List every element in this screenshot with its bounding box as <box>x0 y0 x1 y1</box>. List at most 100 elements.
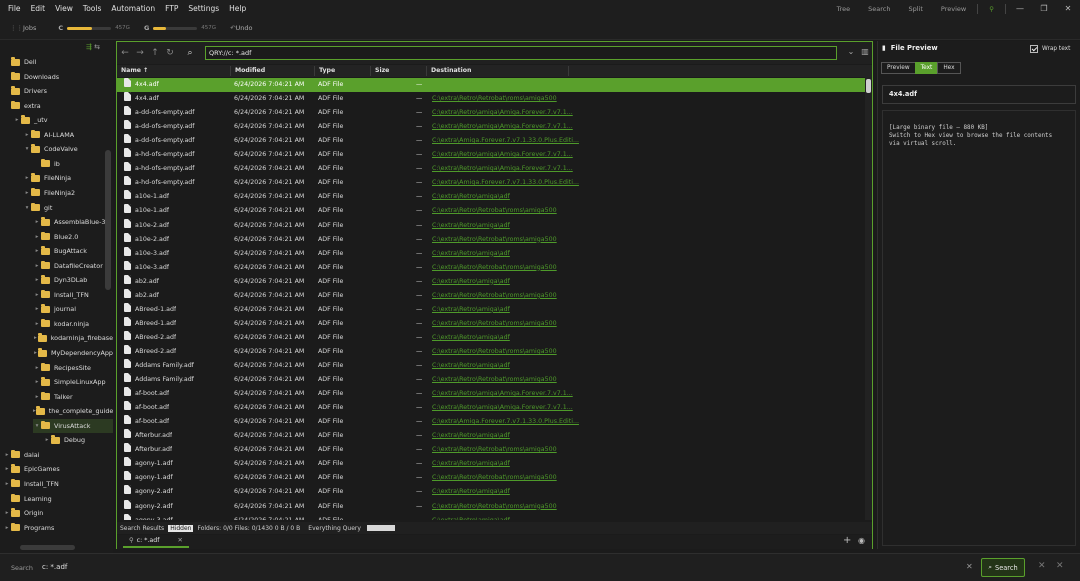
table-row[interactable]: a-hd-ofs-empty.adf 6/24/2026 7:04:21 AM AD… <box>117 176 865 190</box>
tree-item[interactable]: ▸ Origin <box>3 506 113 520</box>
wrap-text-toggle[interactable]: Wrap text <box>1030 45 1070 53</box>
tree-item[interactable]: ▾ VirusAttack <box>33 418 113 433</box>
cancel-icon[interactable]: ✕ <box>1038 561 1046 571</box>
cell-dest[interactable]: C:\extra\Retro\Retrobat\roms\amiga500 <box>432 443 557 457</box>
view-toggle-preview[interactable]: Preview <box>941 5 966 13</box>
tree-item[interactable]: ▸ DatafileCreator <box>33 259 113 273</box>
clear-icon[interactable]: ✕ <box>966 562 973 571</box>
table-row[interactable]: ABreed-2.adf 6/24/2026 7:04:21 AM ADF File… <box>117 330 865 345</box>
col-type[interactable]: Type <box>315 66 371 76</box>
table-row[interactable]: ab2.adf 6/24/2026 7:04:21 AM ADF File — C:\e… <box>117 288 865 303</box>
cell-dest[interactable]: C:\extra\Retro\amiga\adf <box>432 247 510 261</box>
cell-dest[interactable]: C:\extra\Retro\Retrobat\roms\amiga500 <box>432 317 557 331</box>
maximize-icon[interactable]: ❐ <box>1032 4 1056 13</box>
cell-dest[interactable]: C:\extra\Retro\amiga\adf <box>432 485 510 499</box>
cell-dest[interactable]: C:\extra\Retro\amiga\Amiga.Forever.7.v7.… <box>432 162 573 176</box>
cell-dest[interactable]: C:\extra\Amiga.Forever.7.v7.1.33.0.Plus.… <box>432 176 579 190</box>
tree-item[interactable]: Dell <box>3 55 113 69</box>
table-row[interactable]: ABreed-1.adf 6/24/2026 7:04:21 AM ADF File… <box>117 316 865 331</box>
tree-item[interactable]: ▸ Programs <box>3 521 113 535</box>
cell-dest[interactable]: C:\extra\Retro\amiga\Amiga.Forever.7.v7.… <box>432 387 573 401</box>
chevron-icon[interactable]: ▸ <box>23 175 31 181</box>
cell-dest[interactable]: C:\extra\Retro\Retrobat\roms\amiga500 <box>432 233 557 247</box>
chevron-icon[interactable]: ▸ <box>33 365 41 371</box>
forward-icon[interactable]: → <box>133 48 147 58</box>
columns-icon[interactable]: ▥ <box>858 47 872 56</box>
col-name[interactable]: Name ↑ <box>117 66 231 76</box>
tree-item[interactable]: ▸ FileNinja <box>23 171 113 185</box>
chevron-down-icon[interactable]: ⌄ <box>844 47 858 56</box>
table-row[interactable]: 4x4.adf 6/24/2026 7:04:21 AM ADF File — <box>117 78 865 92</box>
chevron-icon[interactable]: ▸ <box>33 321 41 327</box>
tree-item[interactable]: ▸ SimpleLinuxApp <box>33 375 113 389</box>
table-row[interactable]: a10e-1.adf 6/24/2026 7:04:21 AM ADF File — C… <box>117 190 865 204</box>
tree-item[interactable]: ▸ Blue2.0 <box>33 230 113 244</box>
tree-item[interactable]: Drivers <box>3 84 113 98</box>
view-toggle-tree[interactable]: Tree <box>837 5 851 13</box>
tree-item[interactable]: Learning <box>3 492 113 506</box>
tree-item[interactable]: Downloads <box>3 70 113 84</box>
checkbox-icon[interactable] <box>1030 45 1038 53</box>
close-panel-icon[interactable]: ✕ <box>1056 561 1064 571</box>
chevron-icon[interactable]: ▸ <box>13 117 21 123</box>
cell-dest[interactable]: C:\extra\Retro\amiga\Amiga.Forever.7.v7.… <box>432 148 573 162</box>
minimize-icon[interactable]: — <box>1008 4 1032 13</box>
tree-item[interactable]: ▸ dalai <box>3 448 113 462</box>
chevron-icon[interactable]: ▾ <box>23 205 31 211</box>
chevron-icon[interactable]: ▸ <box>3 525 11 531</box>
tree-item[interactable]: ▸ Install_TFN <box>33 288 113 302</box>
query-input[interactable]: QRY://c: *.adf <box>205 46 837 60</box>
chevron-icon[interactable]: ▸ <box>33 219 41 225</box>
table-row[interactable]: af-boot.adf 6/24/2026 7:04:21 AM ADF File —… <box>117 415 865 429</box>
chevron-icon[interactable]: ▸ <box>33 379 41 385</box>
tab-hex[interactable]: Hex <box>937 62 961 74</box>
table-row[interactable]: a10e-2.adf 6/24/2026 7:04:21 AM ADF File — C… <box>117 232 865 247</box>
table-row[interactable]: Afterbur.adf 6/24/2026 7:04:21 AM ADF File… <box>117 443 865 457</box>
tree-scrollbar[interactable] <box>105 150 111 290</box>
chevron-icon[interactable]: ▸ <box>33 306 41 312</box>
menu-edit[interactable]: Edit <box>26 4 51 13</box>
search-icon[interactable]: ⌕ <box>183 48 197 58</box>
search-button[interactable]: ⌕ Search <box>981 558 1025 577</box>
chevron-icon[interactable]: ▸ <box>3 452 11 458</box>
tree-hscrollbar[interactable] <box>20 545 75 550</box>
col-size[interactable]: Size <box>371 66 427 76</box>
table-row[interactable]: a-dd-ofs-empty.adf 6/24/2026 7:04:21 AM AD… <box>117 134 865 148</box>
table-row[interactable]: ABreed-1.adf 6/24/2026 7:04:21 AM ADF File… <box>117 302 865 317</box>
jobs-button[interactable]: ⋮⋮ Jobs <box>10 24 36 32</box>
cell-dest[interactable]: C:\extra\Retro\Retrobat\roms\amiga500 <box>432 345 557 359</box>
back-icon[interactable]: ← <box>118 48 132 58</box>
table-row[interactable]: a10e-2.adf 6/24/2026 7:04:21 AM ADF File — C… <box>117 218 865 233</box>
drive-c[interactable]: C 457G <box>58 24 130 32</box>
cell-dest[interactable]: C:\extra\Retro\amiga\Amiga.Forever.7.v7.… <box>432 401 573 415</box>
cell-dest[interactable]: C:\extra\Retro\amiga\adf <box>432 190 510 204</box>
table-row[interactable]: ab2.adf 6/24/2026 7:04:21 AM ADF File — C:\e… <box>117 274 865 289</box>
table-row[interactable]: agony-3.adf 6/24/2026 7:04:21 AM ADF File —… <box>117 513 865 520</box>
menu-help[interactable]: Help <box>224 4 251 13</box>
cell-dest[interactable]: C:\extra\Amiga.Forever.7.v7.1.33.0.Plus.… <box>432 134 579 148</box>
refresh-icon[interactable]: ↻ <box>163 48 177 58</box>
menu-ftp[interactable]: FTP <box>160 4 183 13</box>
menu-automation[interactable]: Automation <box>106 4 160 13</box>
tree-item[interactable]: ▾ CodeValve <box>23 142 113 156</box>
chevron-icon[interactable]: ▸ <box>23 190 31 196</box>
tree-item[interactable]: ▸ journal <box>33 302 113 316</box>
tree-item[interactable]: ▸ Dyn3DLab <box>33 273 113 287</box>
table-row[interactable]: af-boot.adf 6/24/2026 7:04:21 AM ADF File —… <box>117 401 865 415</box>
cell-dest[interactable]: C:\extra\Retro\Retrobat\roms\amiga500 <box>432 500 557 514</box>
table-row[interactable]: a-hd-ofs-empty.adf 6/24/2026 7:04:21 AM AD… <box>117 148 865 162</box>
drive-g[interactable]: G 457G <box>144 24 216 32</box>
chevron-icon[interactable]: ▸ <box>33 234 41 240</box>
table-row[interactable]: agony-1.adf 6/24/2026 7:04:21 AM ADF File —… <box>117 471 865 485</box>
close-icon[interactable]: ✕ <box>177 537 182 544</box>
cell-dest[interactable]: C:\extra\Retro\amiga\Amiga.Forever.7.v7.… <box>432 106 573 120</box>
view-toggle-split[interactable]: Split <box>909 5 923 13</box>
tree-item[interactable]: ▸ Talker <box>33 390 113 404</box>
menu-tools[interactable]: Tools <box>78 4 106 13</box>
chevron-icon[interactable]: ▸ <box>23 132 31 138</box>
chevron-icon[interactable]: ▸ <box>3 510 11 516</box>
cell-dest[interactable]: C:\extra\Retro\amiga\adf <box>432 331 510 345</box>
chevron-icon[interactable]: ▸ <box>33 248 41 254</box>
table-row[interactable]: a10e-3.adf 6/24/2026 7:04:21 AM ADF File — C… <box>117 246 865 261</box>
table-row[interactable]: a-dd-ofs-empty.adf 6/24/2026 7:04:21 AM AD… <box>117 106 865 120</box>
